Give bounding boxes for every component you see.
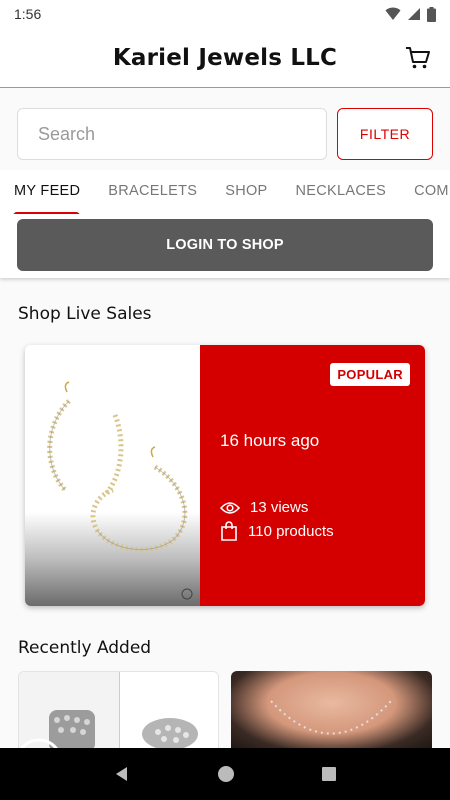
live-sale-products: 110 products (220, 521, 334, 541)
live-sale-image (25, 345, 200, 606)
filter-button[interactable]: FILTER (337, 108, 433, 160)
wifi-icon (385, 7, 401, 20)
bracelet-image (19, 672, 119, 750)
tab-my-feed[interactable]: MY FEED (0, 170, 94, 212)
back-icon[interactable] (113, 765, 131, 783)
section-title-recently-added: Recently Added (18, 638, 152, 658)
app-title: Kariel Jewels LLC (112, 44, 338, 71)
ring-photo (120, 672, 218, 750)
status-icons (385, 6, 436, 22)
login-to-shop-button[interactable]: LOGIN TO SHOP (17, 219, 433, 271)
home-icon[interactable] (217, 765, 235, 783)
live-sale-info: POPULAR 16 hours ago 13 views 110 produc… (200, 345, 425, 606)
login-bar: LOGIN TO SHOP (0, 214, 450, 278)
ring-image (119, 672, 218, 750)
search-input[interactable]: Search (17, 108, 327, 160)
necklace-photo (270, 700, 392, 735)
cart-button[interactable] (404, 44, 432, 72)
category-tabs: MY FEED BRACELETS SHOP NECKLACES COM (0, 170, 450, 218)
live-sale-time: 16 hours ago (220, 431, 320, 450)
popular-badge: POPULAR (330, 363, 410, 386)
cart-icon (406, 47, 430, 69)
tab-com[interactable]: COM (400, 170, 450, 212)
status-time: 1:56 (14, 6, 42, 22)
live-sale-views: 13 views (220, 499, 308, 516)
battery-icon (427, 6, 436, 22)
eye-icon (220, 501, 240, 514)
products-count: 110 products (248, 522, 334, 540)
tab-necklaces[interactable]: NECKLACES (282, 170, 401, 212)
earrings-image (47, 381, 193, 600)
search-row: Search FILTER (17, 108, 433, 160)
cellular-icon (408, 8, 420, 20)
shopping-bag-icon (221, 521, 237, 541)
tab-shop[interactable]: SHOP (211, 170, 281, 212)
status-bar: 1:56 (0, 0, 450, 28)
live-sale-card[interactable]: POPULAR 16 hours ago 13 views 110 produc… (25, 345, 425, 606)
search-placeholder: Search (38, 123, 96, 144)
section-title-live-sales: Shop Live Sales (18, 304, 152, 324)
app-header: Kariel Jewels LLC (0, 28, 450, 88)
system-nav-bar (0, 748, 450, 800)
tab-bracelets[interactable]: BRACELETS (94, 170, 211, 212)
recent-item-necklace[interactable] (231, 671, 432, 751)
bracelet-photo (19, 672, 119, 750)
recents-icon[interactable] (321, 766, 337, 782)
views-count: 13 views (250, 499, 309, 516)
recent-item-bracelets[interactable] (18, 671, 219, 751)
